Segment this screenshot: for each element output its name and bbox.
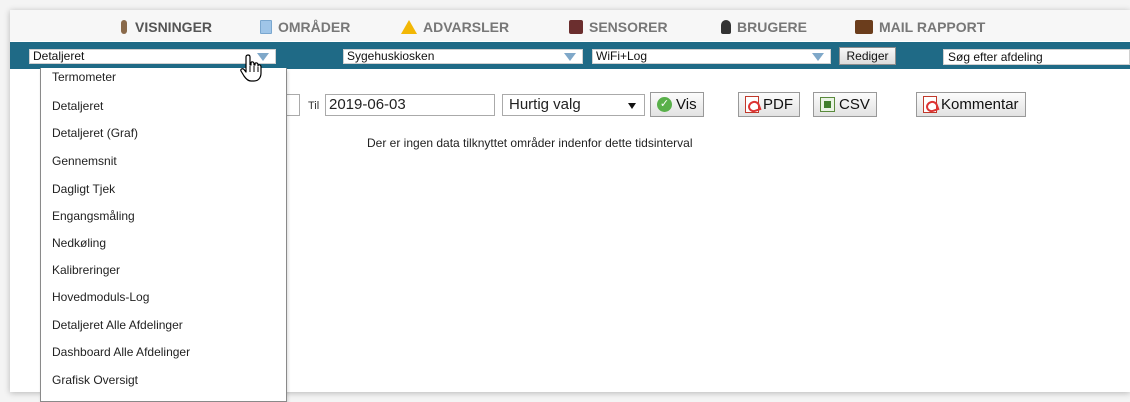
hand-cursor-icon	[240, 54, 262, 82]
user-icon	[721, 20, 731, 34]
chevron-down-icon	[812, 53, 824, 61]
sensor-select[interactable]: WiFi+Log	[592, 49, 831, 64]
dropdown-option[interactable]: Detaljeret	[52, 99, 103, 113]
no-data-message: Der er ingen data tilknyttet områder ind…	[367, 136, 693, 150]
nav-brugere[interactable]: BRUGERE	[721, 18, 807, 36]
main-panel: VISNINGER OMRÅDER ADVARSLER SENSORER BRU…	[10, 10, 1130, 402]
nav-brugere-label: BRUGERE	[737, 19, 808, 35]
quick-select[interactable]: Hurtig valg	[502, 94, 645, 116]
csv-icon	[820, 97, 835, 112]
til-label: Til	[308, 100, 320, 112]
nav-sensorer-label: SENSORER	[589, 19, 668, 35]
dropdown-option[interactable]: Kalibreringer	[52, 263, 120, 277]
check-icon: ✓	[657, 97, 672, 112]
dropdown-option[interactable]: Detaljeret (Graf)	[52, 126, 138, 140]
vis-button-label: Vis	[676, 96, 697, 113]
caret-down-icon	[628, 103, 636, 109]
nav-visninger[interactable]: VISNINGER	[121, 18, 212, 36]
search-input[interactable]: Søg efter afdeling	[943, 49, 1130, 65]
nav-sensorer[interactable]: SENSORER	[569, 18, 668, 36]
top-navigation: VISNINGER OMRÅDER ADVARSLER SENSORER BRU…	[10, 10, 1130, 41]
nav-advarsler-label: ADVARSLER	[423, 19, 510, 35]
location-select[interactable]: Sygehuskiosken	[343, 49, 583, 64]
dropdown-option[interactable]: Grafisk Oversigt	[52, 373, 138, 387]
til-date-field[interactable]: 2019-06-03	[325, 94, 495, 116]
dropdown-option[interactable]: Hovedmoduls-Log	[52, 290, 149, 304]
vis-button[interactable]: ✓ Vis	[650, 92, 704, 117]
nav-visninger-label: VISNINGER	[135, 19, 213, 35]
sensor-icon	[569, 20, 583, 34]
dropdown-option[interactable]: Dagligt Tjek	[52, 182, 115, 196]
pdf-button-label: PDF	[763, 96, 793, 113]
sensor-select-value: WiFi+Log	[596, 49, 648, 63]
warning-icon	[401, 20, 417, 34]
location-select-value: Sygehuskiosken	[347, 49, 435, 63]
dropdown-option[interactable]: Gennemsnit	[52, 154, 117, 168]
document-icon	[260, 20, 272, 34]
csv-button[interactable]: CSV	[813, 92, 877, 117]
dropdown-option[interactable]: Dashboard Alle Afdelinger	[52, 345, 190, 359]
comment-button-label: Kommentar	[941, 96, 1019, 113]
dropdown-option[interactable]: Detaljeret Alle Afdelinger	[52, 318, 183, 332]
pdf-icon	[745, 96, 759, 113]
nav-omraader-label: OMRÅDER	[278, 19, 351, 35]
csv-button-label: CSV	[839, 96, 870, 113]
nav-mail-rapport[interactable]: MAIL RAPPORT	[855, 18, 985, 36]
nav-mail-rapport-label: MAIL RAPPORT	[879, 19, 986, 35]
nav-omraader[interactable]: OMRÅDER	[260, 18, 350, 36]
comment-button[interactable]: Kommentar	[916, 92, 1026, 117]
view-select-value: Detaljeret	[33, 49, 85, 63]
view-dropdown-list: Termometer Detaljeret Detaljeret (Graf) …	[40, 68, 287, 402]
chevron-down-icon	[564, 53, 576, 61]
thermometer-icon	[121, 20, 127, 34]
edit-button[interactable]: Rediger	[839, 47, 896, 65]
quick-select-value: Hurtig valg	[509, 96, 581, 113]
mail-icon	[855, 20, 873, 34]
comment-pdf-icon	[923, 96, 937, 113]
dropdown-option[interactable]: Nedkøling	[52, 236, 106, 250]
dropdown-option[interactable]: Termometer	[52, 70, 116, 84]
dropdown-option[interactable]: Engangsmåling	[52, 209, 135, 223]
pdf-button[interactable]: PDF	[738, 92, 800, 117]
nav-advarsler[interactable]: ADVARSLER	[401, 18, 509, 36]
filter-bar: Detaljeret Sygehuskiosken WiFi+Log Redig…	[10, 42, 1130, 69]
